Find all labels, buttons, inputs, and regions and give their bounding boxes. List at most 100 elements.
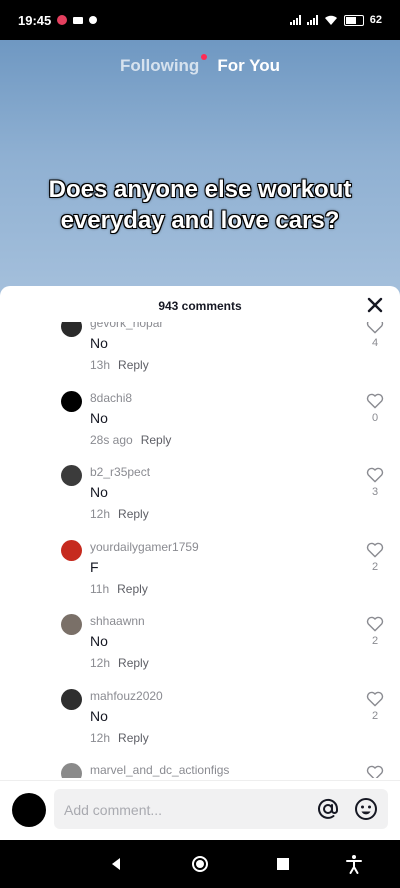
comment-item: mahfouz2020 No 12h Reply 2 bbox=[0, 681, 400, 756]
comment-username[interactable]: mahfouz2020 bbox=[90, 689, 163, 703]
comment-text: No bbox=[90, 707, 108, 724]
camera-icon bbox=[73, 16, 84, 24]
heart-icon bbox=[366, 765, 384, 778]
avatar[interactable] bbox=[61, 614, 82, 635]
comment-meta: 12h Reply bbox=[90, 731, 149, 745]
home-icon[interactable] bbox=[188, 852, 212, 876]
battery-percent: 62 bbox=[369, 14, 382, 26]
comment-meta: 12h Reply bbox=[90, 656, 149, 670]
like-button[interactable]: 2 bbox=[365, 616, 385, 647]
mention-icon[interactable] bbox=[316, 797, 340, 821]
comment-time: 12h bbox=[90, 507, 111, 521]
back-icon[interactable] bbox=[104, 852, 128, 876]
like-button[interactable]: 3 bbox=[365, 467, 385, 498]
signal-icon bbox=[289, 15, 301, 25]
like-count: 0 bbox=[371, 411, 379, 424]
comment-username[interactable]: shhaawnn bbox=[90, 614, 145, 628]
notification-icon bbox=[89, 16, 98, 24]
comment-username[interactable]: b2_r35pect bbox=[90, 465, 150, 479]
instagram-icon bbox=[57, 15, 68, 25]
comment-username[interactable]: marvel_and_dc_actionfigs bbox=[90, 763, 229, 777]
avatar[interactable] bbox=[61, 539, 82, 561]
comment-item: marvel_and_dc_actionfigs bbox=[0, 755, 400, 778]
heart-icon bbox=[366, 322, 384, 334]
like-button[interactable]: 2 bbox=[365, 691, 385, 722]
system-nav-bar bbox=[0, 840, 400, 888]
comment-list[interactable]: gevork_hopar No 13h Reply 4 8dachi8 No 28… bbox=[0, 322, 400, 778]
comment-meta: 11h Reply bbox=[90, 582, 148, 596]
comment-input[interactable] bbox=[62, 789, 306, 831]
avatar[interactable] bbox=[61, 322, 82, 337]
close-icon[interactable] bbox=[366, 296, 384, 314]
comment-item: shhaawnn No 12h Reply 2 bbox=[0, 606, 400, 681]
comment-item: 8dachi8 No 28s ago Reply 0 bbox=[0, 383, 400, 458]
battery-icon bbox=[343, 14, 364, 26]
comment-item: b2_r35pect No 12h Reply 3 bbox=[0, 457, 400, 532]
status-time: 19:45 bbox=[18, 12, 52, 28]
heart-icon bbox=[366, 393, 384, 408]
like-count: 4 bbox=[371, 337, 379, 349]
status-left: 19:45 bbox=[18, 12, 98, 28]
avatar[interactable] bbox=[61, 390, 82, 412]
like-button[interactable] bbox=[365, 765, 385, 778]
video-background[interactable] bbox=[0, 40, 400, 300]
accessibility-icon[interactable] bbox=[342, 852, 366, 876]
comment-meta: 13h Reply bbox=[90, 358, 149, 372]
reply-button[interactable]: Reply bbox=[118, 656, 149, 670]
status-bar: 19:45 62 bbox=[0, 0, 400, 40]
heart-icon bbox=[366, 691, 384, 706]
reply-button[interactable]: Reply bbox=[118, 507, 149, 521]
comment-text: No bbox=[90, 409, 108, 426]
tab-for-you[interactable]: For You bbox=[217, 56, 280, 76]
avatar[interactable] bbox=[61, 688, 82, 710]
recents-icon[interactable] bbox=[271, 852, 295, 876]
comment-time: 13h bbox=[90, 358, 111, 372]
comment-time: 12h bbox=[90, 656, 111, 670]
like-button[interactable]: 2 bbox=[365, 542, 385, 573]
feed-tabs: Following For You bbox=[0, 54, 400, 76]
tab-following-label: Following bbox=[120, 56, 200, 75]
comment-meta: 12h Reply bbox=[90, 507, 149, 521]
comment-text: F bbox=[90, 558, 99, 575]
like-button[interactable]: 0 bbox=[365, 393, 385, 424]
comment-item: gevork_hopar No 13h Reply 4 bbox=[0, 322, 400, 383]
my-avatar[interactable] bbox=[12, 793, 46, 827]
reply-button[interactable]: Reply bbox=[141, 433, 172, 447]
avatar[interactable] bbox=[61, 465, 82, 486]
comment-input-bar bbox=[0, 780, 400, 840]
like-count: 2 bbox=[371, 560, 379, 573]
signal-icon-2 bbox=[306, 15, 318, 25]
comment-meta: 28s ago Reply bbox=[90, 433, 171, 447]
comment-username[interactable]: yourdailygamer1759 bbox=[90, 540, 199, 554]
heart-icon bbox=[366, 616, 384, 632]
comment-text: No bbox=[90, 484, 108, 500]
like-count: 2 bbox=[371, 709, 379, 722]
comment-time: 28s ago bbox=[90, 432, 133, 447]
status-right: 62 bbox=[289, 14, 382, 26]
emoji-icon[interactable] bbox=[354, 797, 378, 821]
wifi-icon bbox=[324, 15, 337, 25]
comment-time: 12h bbox=[90, 730, 111, 745]
comments-header: 943 comments bbox=[0, 286, 400, 326]
comment-field[interactable] bbox=[54, 789, 388, 831]
comments-sheet: 943 comments gevork_hopar No 13h Reply 4 … bbox=[0, 286, 400, 840]
heart-icon bbox=[366, 542, 384, 557]
comment-time: 11h bbox=[90, 581, 110, 596]
comment-item: yourdailygamer1759 F 11h Reply 2 bbox=[0, 532, 400, 607]
heart-icon bbox=[366, 467, 384, 483]
comment-text: No bbox=[90, 335, 108, 351]
comment-username[interactable]: gevork_hopar bbox=[90, 322, 163, 330]
reply-button[interactable]: Reply bbox=[117, 582, 148, 596]
reply-button[interactable]: Reply bbox=[118, 358, 149, 372]
like-count: 3 bbox=[371, 486, 379, 498]
like-button[interactable]: 4 bbox=[365, 322, 385, 349]
caption-line-1: Does anyone else workout bbox=[48, 176, 352, 203]
video-caption: Does anyone else workout everyday and lo… bbox=[0, 174, 400, 236]
caption-line-2: everyday and love cars? bbox=[60, 207, 340, 234]
tab-following[interactable]: Following bbox=[120, 54, 208, 76]
comment-count: 943 comments bbox=[158, 299, 242, 313]
avatar[interactable] bbox=[61, 763, 82, 778]
comment-username[interactable]: 8dachi8 bbox=[90, 391, 132, 405]
reply-button[interactable]: Reply bbox=[118, 731, 149, 745]
like-count: 2 bbox=[371, 635, 379, 647]
